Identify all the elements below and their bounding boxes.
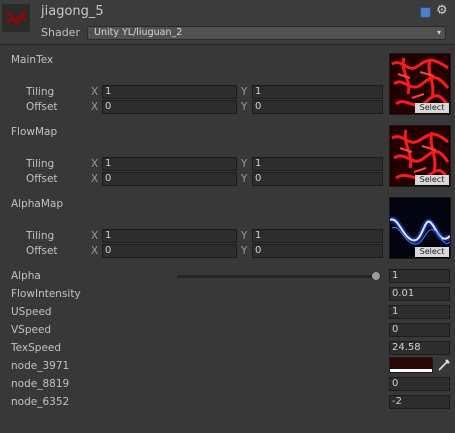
alphamap-tiling-x-axis: X	[91, 230, 99, 242]
uspeed-field[interactable]: 1	[389, 305, 450, 319]
alphamap-tiling-y-axis: Y	[241, 230, 248, 242]
maintex-tiling-y-field[interactable]: 1	[252, 85, 383, 99]
maintex-thumbnail[interactable]: Select	[389, 53, 451, 115]
flowmap-select-button[interactable]: Select	[415, 175, 449, 185]
flow-intensity-field[interactable]: 0.01	[389, 287, 450, 301]
alphamap-offset-y-axis: Y	[241, 245, 248, 257]
chevron-down-icon: ▾	[436, 28, 441, 37]
flowmap-tiling-x-field[interactable]: 1	[102, 157, 237, 171]
shader-label: Shader	[41, 26, 80, 39]
alphamap-tiling-x-field[interactable]: 1	[102, 229, 237, 243]
help-icon[interactable]	[420, 7, 431, 18]
vspeed-label: VSpeed	[11, 324, 52, 336]
material-icon	[2, 4, 30, 32]
alphamap-offset-x-field[interactable]: 0	[102, 244, 237, 258]
maintex-tiling-y-axis: Y	[241, 86, 248, 98]
node-6352-field[interactable]: -2	[389, 395, 450, 409]
flowmap-tiling-y-axis: Y	[241, 158, 248, 170]
alphamap-offset-label: Offset	[26, 245, 58, 257]
flowmap-offset-x-field[interactable]: 0	[102, 172, 237, 186]
flowmap-tiling-label: Tiling	[26, 158, 55, 170]
maintex-offset-y-field[interactable]: 0	[252, 100, 383, 114]
node-3971-label: node_3971	[11, 360, 70, 372]
maintex-tiling-x-field[interactable]: 1	[102, 85, 237, 99]
alpha-bar	[390, 369, 432, 372]
alpha-label: Alpha	[11, 270, 41, 282]
alpha-field[interactable]: 1	[389, 269, 450, 283]
maintex-offset-x-axis: X	[91, 101, 99, 113]
tex-speed-field[interactable]: 24.58	[389, 341, 450, 355]
flow-intensity-label: FlowIntensity	[11, 288, 81, 300]
maintex-offset-label: Offset	[26, 101, 58, 113]
alpha-slider-track[interactable]	[177, 275, 381, 278]
maintex-tiling-x-axis: X	[91, 86, 99, 98]
shader-dropdown[interactable]: Unity YL/liuguan_2 ▾	[87, 26, 446, 40]
alphamap-thumbnail[interactable]: Select	[389, 197, 451, 259]
shader-value: Unity YL/liuguan_2	[94, 27, 183, 38]
flowmap-offset-y-field[interactable]: 0	[252, 172, 383, 186]
maintex-offset-x-field[interactable]: 0	[102, 100, 237, 114]
vspeed-field[interactable]: 0	[389, 323, 450, 337]
maintex-select-button[interactable]: Select	[415, 103, 449, 113]
uspeed-label: USpeed	[11, 306, 52, 318]
alphamap-tiling-y-field[interactable]: 1	[252, 229, 383, 243]
maintex-label: MainTex	[11, 54, 54, 66]
alphamap-tiling-label: Tiling	[26, 230, 55, 242]
maintex-offset-y-axis: Y	[241, 101, 248, 113]
node-6352-label: node_6352	[11, 396, 70, 408]
flowmap-offset-x-axis: X	[91, 173, 99, 185]
node-8819-field[interactable]: 0	[389, 377, 450, 391]
node-8819-label: node_8819	[11, 378, 70, 390]
alphamap-offset-x-axis: X	[91, 245, 99, 257]
alpha-slider-thumb[interactable]	[371, 271, 381, 281]
flowmap-tiling-x-axis: X	[91, 158, 99, 170]
gear-icon[interactable]: ⚙	[436, 4, 448, 18]
alphamap-offset-y-field[interactable]: 0	[252, 244, 383, 258]
node-3971-color-swatch[interactable]	[389, 357, 433, 373]
alphamap-label: AlphaMap	[11, 198, 64, 210]
flowmap-thumbnail[interactable]: Select	[389, 125, 451, 187]
flowmap-tiling-y-field[interactable]: 1	[252, 157, 383, 171]
tex-speed-label: TexSpeed	[11, 342, 62, 354]
maintex-tiling-label: Tiling	[26, 86, 55, 98]
eyedropper-icon[interactable]	[437, 358, 451, 372]
flowmap-label: FlowMap	[11, 126, 58, 138]
material-name: jiagong_5	[41, 4, 104, 19]
flowmap-offset-label: Offset	[26, 173, 58, 185]
flowmap-offset-y-axis: Y	[241, 173, 248, 185]
alphamap-select-button[interactable]: Select	[415, 247, 449, 257]
